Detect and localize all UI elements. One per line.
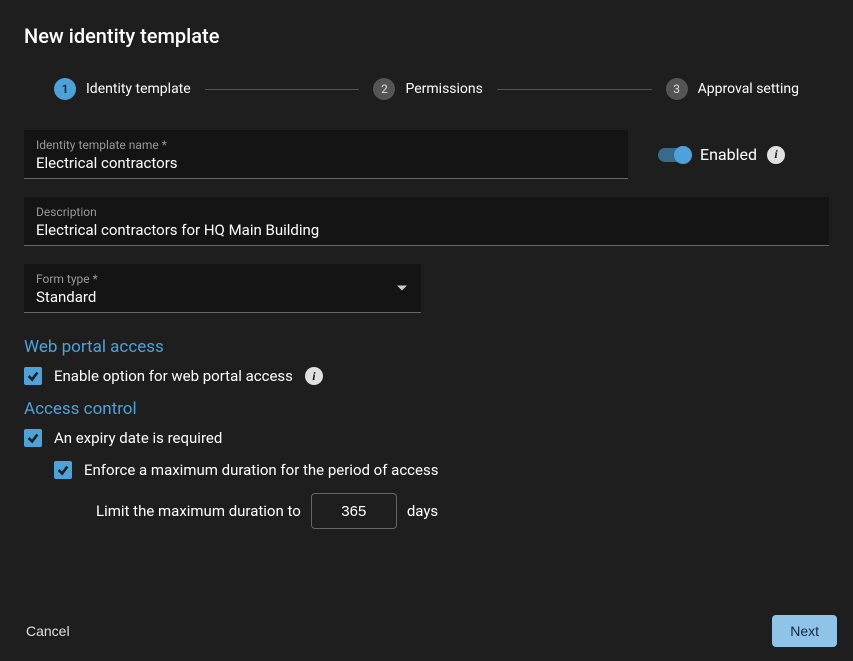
limit-prefix-label: Limit the maximum duration to [96,502,301,520]
step-number: 1 [54,78,76,100]
max-duration-input[interactable] [311,493,397,529]
step-number: 3 [666,78,688,100]
step-identity-template[interactable]: 1 Identity template [54,78,191,100]
field-label: Form type * [36,272,409,286]
enabled-toggle[interactable] [658,148,690,162]
footer: Cancel Next [0,601,853,661]
check-icon [56,463,70,477]
toggle-knob [674,146,692,164]
check-icon [26,431,40,445]
next-button[interactable]: Next [772,615,837,647]
cancel-button[interactable]: Cancel [16,615,80,647]
step-approval-setting[interactable]: 3 Approval setting [666,78,799,100]
form-type-value: Standard [36,288,409,306]
field-label: Description [36,205,817,219]
limit-suffix-label: days [407,502,438,520]
step-label: Identity template [86,81,191,97]
info-icon[interactable]: i [305,367,323,385]
identity-template-name-input[interactable] [36,154,616,172]
step-label: Permissions [405,81,482,97]
expiry-required-checkbox[interactable] [24,429,42,447]
enabled-label: Enabled [700,145,757,164]
enforce-max-duration-checkbox[interactable] [54,461,72,479]
form-type-field[interactable]: Form type * Standard [24,264,421,313]
step-number: 2 [373,78,395,100]
access-control-heading: Access control [24,399,829,419]
stepper: 1 Identity template 2 Permissions 3 Appr… [24,78,829,100]
web-portal-checkbox[interactable] [24,367,42,385]
expiry-required-label: An expiry date is required [54,429,222,447]
step-permissions[interactable]: 2 Permissions [373,78,482,100]
description-input[interactable] [36,221,817,239]
web-portal-heading: Web portal access [24,337,829,357]
web-portal-label: Enable option for web portal access [54,367,293,385]
chevron-down-icon [397,286,407,291]
description-field[interactable]: Description [24,197,829,246]
page-title: New identity template [24,24,829,48]
info-icon[interactable]: i [767,146,785,164]
step-connector [205,89,360,90]
enforce-max-duration-label: Enforce a maximum duration for the perio… [84,461,438,479]
step-label: Approval setting [698,81,799,97]
step-connector [497,89,652,90]
field-label: Identity template name * [36,138,616,152]
identity-template-name-field[interactable]: Identity template name * [24,130,628,179]
check-icon [26,369,40,383]
